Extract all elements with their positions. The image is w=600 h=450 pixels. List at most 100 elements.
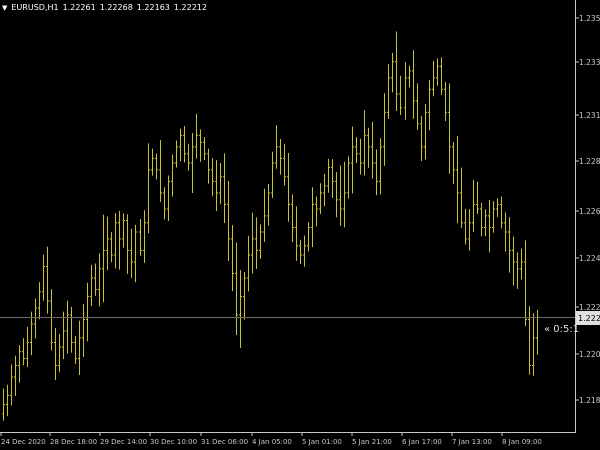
ohlc-bar xyxy=(375,149,378,196)
menu-triangle-icon[interactable]: ▼ xyxy=(2,4,7,12)
ohlc-bar xyxy=(14,355,17,396)
time-tick-label: 7 Jan 13:00 xyxy=(452,438,492,446)
ohlc-bar xyxy=(207,148,210,184)
ohlc-bar xyxy=(267,183,270,226)
ohlc-bar xyxy=(2,388,5,421)
ohlc-bar xyxy=(50,289,53,351)
ohlc-bar xyxy=(38,282,41,320)
time-tick-label: 24 Dec 2020 xyxy=(1,438,46,446)
ohlc-bar xyxy=(412,50,415,119)
price-tick-label: 1.22890 xyxy=(579,157,600,166)
ohlc-bar xyxy=(58,334,61,373)
time-tick-label: 5 Jan 21:00 xyxy=(352,438,392,446)
ohlc-bar xyxy=(159,140,162,202)
ohlc-bar xyxy=(480,202,483,237)
price-tick-label: 1.22475 xyxy=(579,254,600,263)
ohlc-bar xyxy=(22,338,25,366)
ohlc-bar xyxy=(90,264,93,307)
price-tick-label: 1.23305 xyxy=(579,58,600,67)
ohlc-bar xyxy=(299,239,302,265)
price-tick-label: 1.23105 xyxy=(579,111,600,120)
time-tick-label: 6 Jan 17:00 xyxy=(402,438,442,446)
ohlc-bar xyxy=(134,224,137,283)
ohlc-bar xyxy=(163,187,166,220)
ohlc-bar xyxy=(520,248,523,280)
ohlc-bar xyxy=(114,213,117,269)
ohlc-bar xyxy=(399,75,402,116)
ohlc-bar xyxy=(171,154,174,197)
ohlc-bar xyxy=(66,300,69,354)
ohlc-bar xyxy=(383,93,386,166)
ohlc-bar xyxy=(303,235,306,267)
ohlc-bar xyxy=(428,79,431,131)
ohlc-bar xyxy=(287,153,290,222)
ohlc-bar xyxy=(82,304,85,358)
ohlc-bar xyxy=(46,246,49,314)
ohlc-bar xyxy=(424,104,427,160)
ohlc-chart[interactable]: 1.23510 1.23305 1.23105 1.22890 1.22680 1.224… xyxy=(0,0,600,450)
ohlc-bar xyxy=(291,194,294,243)
ohlc-bar xyxy=(339,165,342,226)
ohlc-bar xyxy=(516,252,519,289)
ohlc-bar xyxy=(283,143,286,186)
ohlc-bar xyxy=(62,311,65,360)
ohlc-bar xyxy=(307,222,310,252)
ohlc-bar xyxy=(18,345,21,383)
ohlc-bar xyxy=(147,143,150,234)
ohlc-bar xyxy=(532,313,535,376)
ohlc-bar xyxy=(183,126,186,163)
ohlc-bar xyxy=(492,201,495,233)
time-axis[interactable]: 24 Dec 2020 28 Dec 18:00 29 Dec 14:00 30 De… xyxy=(0,432,542,446)
ohlc-bar xyxy=(395,31,398,112)
ohlc-bar xyxy=(440,57,443,95)
ohlc-bar xyxy=(243,271,246,320)
ohlc-bar xyxy=(331,159,334,199)
ohlc-bar xyxy=(371,121,374,179)
ohlc-bar xyxy=(460,167,463,228)
ohlc-bar xyxy=(404,62,407,121)
ohlc-bar xyxy=(26,326,29,368)
ohlc-bar xyxy=(34,298,37,339)
price-axis[interactable]: 1.23510 1.23305 1.23105 1.22890 1.22680 1.224… xyxy=(575,14,600,405)
time-tick-label: 4 Jan 05:00 xyxy=(252,438,292,446)
ohlc-bar xyxy=(30,311,33,356)
time-tick-label: 5 Jan 01:00 xyxy=(302,438,342,446)
ohlc-bar xyxy=(255,217,258,269)
ohlc-bar xyxy=(464,208,467,245)
ohlc-bar xyxy=(10,364,13,406)
time-tick-label: 30 Dec 10:00 xyxy=(150,438,197,446)
ohlc-bar xyxy=(444,81,447,121)
ohlc-bar xyxy=(387,64,390,120)
ohlc-bar xyxy=(484,209,487,237)
ohlc-bar xyxy=(167,175,170,221)
open-price: 1.22261 xyxy=(62,3,96,12)
ohlc-bar xyxy=(508,217,511,273)
ohlc-bar xyxy=(359,138,362,175)
low-price: 1.22163 xyxy=(136,3,170,12)
ohlc-bar xyxy=(355,137,358,164)
ohlc-bar xyxy=(452,142,455,185)
ohlc-bar xyxy=(408,65,411,88)
current-price-tag: 1.22212 xyxy=(576,311,600,325)
ohlc-bar xyxy=(468,209,471,251)
ohlc-bar xyxy=(122,213,125,248)
ohlc-bar xyxy=(187,143,190,171)
high-price: 1.22268 xyxy=(99,3,133,12)
time-tick-label: 29 Dec 14:00 xyxy=(100,438,147,446)
ohlc-bar xyxy=(351,126,354,194)
ohlc-bar xyxy=(472,180,475,233)
ohlc-bar xyxy=(42,254,45,301)
ohlc-bar xyxy=(94,263,97,296)
ohlc-bar xyxy=(379,138,382,195)
ohlc-bar xyxy=(512,236,515,286)
ohlc-bar xyxy=(448,83,451,174)
time-tick-label: 28 Dec 18:00 xyxy=(50,438,97,446)
ohlc-bar xyxy=(335,172,338,218)
chart-window[interactable]: 1.23510 1.23305 1.23105 1.22890 1.22680 1.224… xyxy=(0,0,600,450)
ohlc-bar xyxy=(74,336,77,365)
ohlc-bar xyxy=(416,83,419,130)
ohlc-bar xyxy=(219,162,222,205)
ohlc-bar xyxy=(263,188,266,242)
ohlc-bar xyxy=(155,153,158,180)
ohlc-bar xyxy=(420,116,423,161)
